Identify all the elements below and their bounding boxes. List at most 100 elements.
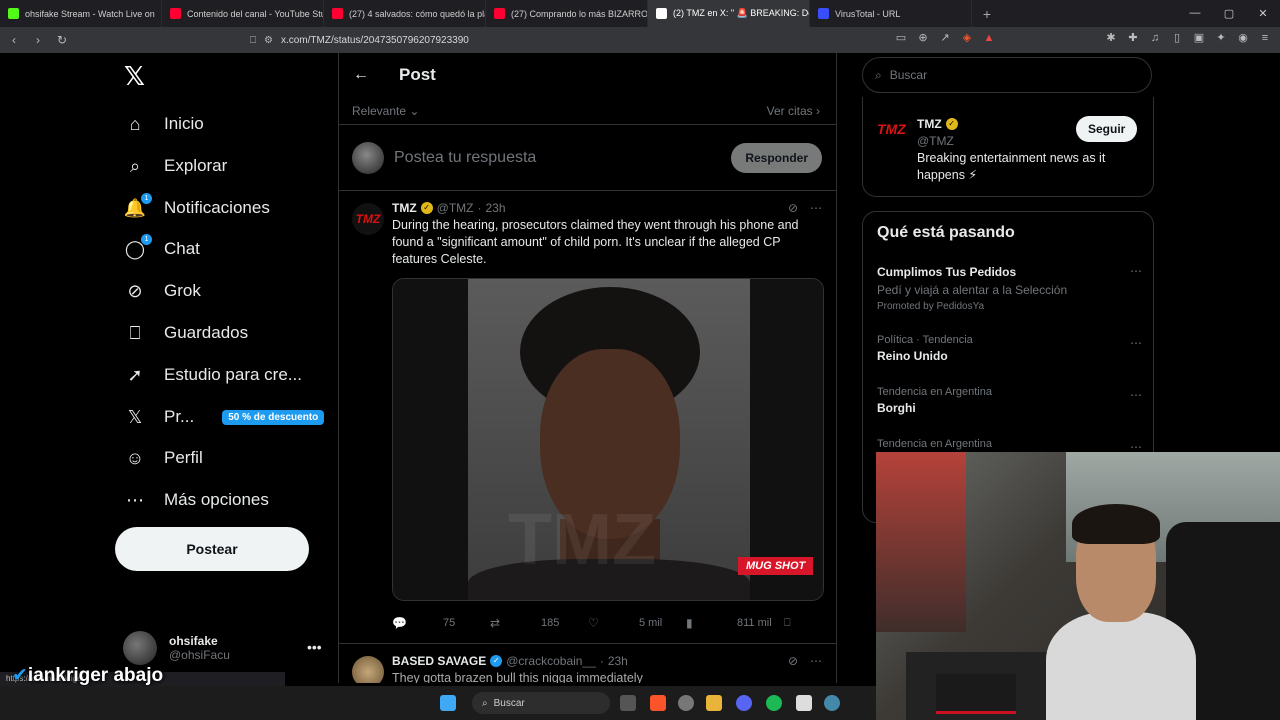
more-icon[interactable]: ⋯ [810, 654, 822, 668]
tweet-author[interactable]: BASED SAVAGE [392, 654, 486, 668]
cast-icon[interactable]: ▭ [894, 31, 908, 45]
tweet-media[interactable]: TMZ MUG SHOT [392, 278, 824, 601]
like-action[interactable]: ♡ 5 mil [588, 616, 686, 630]
nav-item-chat[interactable]: ◯ 1 Chat [124, 234, 200, 262]
menu-icon[interactable]: ≡ [1258, 31, 1272, 45]
nav-item-explorar[interactable]: ⌕ Explorar [124, 153, 227, 179]
reply-action[interactable]: 💬 75 [392, 616, 490, 630]
reload-icon[interactable]: ↻ [54, 33, 70, 47]
bookmark-icon[interactable]: ⎕ [250, 35, 256, 46]
search-input[interactable]: ⌕ Buscar [862, 57, 1152, 93]
tweet[interactable]: TMZ TMZ ✓ @TMZ · 23h ⊘ ⋯ During the hear… [339, 191, 836, 644]
nav-item-guardados[interactable]: ⎕ Guardados [124, 320, 249, 346]
brave-icon[interactable] [650, 695, 666, 711]
windows-start-icon[interactable] [440, 695, 456, 711]
avatar[interactable] [352, 656, 384, 683]
minimize-icon[interactable]: — [1178, 7, 1212, 20]
capcut-icon[interactable] [796, 695, 812, 711]
sidebar-icon[interactable]: ▯ [1170, 31, 1184, 45]
tweet-time[interactable]: 23h [608, 654, 628, 668]
nav-item-label: Pr... [164, 407, 195, 426]
account-switcher[interactable]: ohsifake @ohsiFacu ••• [123, 631, 322, 665]
tmz-logo-icon[interactable]: TMZ [877, 121, 909, 145]
x-premium-icon: 𝕏 [127, 406, 143, 427]
reply-button[interactable]: Responder [731, 142, 822, 173]
browser-tab[interactable]: (27) Comprando lo más BIZARRO de [486, 0, 648, 27]
browser-tab[interactable]: VirusTotal - URL [810, 0, 972, 27]
trend-title: Cumplimos Tus Pedidos [877, 265, 1017, 279]
back-icon[interactable]: ‹ [6, 33, 22, 47]
tweet-time[interactable]: 23h [486, 201, 506, 215]
profile-name[interactable]: TMZ ✓ [917, 117, 958, 131]
repost-action[interactable]: ⇄ 185 [490, 616, 588, 630]
tab-title: (2) TMZ en X: " 🚨 BREAKING: De [673, 8, 810, 18]
extension-icon[interactable]: ✱ [1104, 31, 1118, 45]
browser-tab[interactable]: Contenido del canal - YouTube Studio [162, 0, 324, 27]
back-arrow-icon[interactable]: ← [353, 66, 369, 84]
brave-rewards-icon[interactable]: ▲ [982, 31, 996, 45]
new-tab-icon[interactable]: + [972, 6, 1002, 22]
nav-item-más-opciones[interactable]: ⋯ Más opciones [124, 487, 269, 513]
post-button[interactable]: Postear [115, 527, 309, 571]
nav-item-estudio-para-cre[interactable]: ➚ Estudio para cre... [124, 362, 302, 388]
address-bar[interactable]: ⎕ ⚙ x.com/TMZ/status/2047350796207923390 [250, 30, 850, 50]
wallet-icon[interactable]: ▣ [1192, 31, 1206, 45]
obs-icon[interactable] [678, 695, 694, 711]
tmz-avatar[interactable]: TMZ [352, 203, 384, 235]
forward-icon[interactable]: › [30, 33, 46, 47]
tweet[interactable]: BASED SAVAGE ✓ @crackcobain__ · 23h ⊘ ⋯ … [339, 644, 836, 683]
leo-icon[interactable]: ✦ [1214, 31, 1228, 45]
extensions-puzzle-icon[interactable]: ✚ [1126, 31, 1140, 45]
close-window-icon[interactable]: ✕ [1246, 7, 1280, 20]
url-text[interactable]: x.com/TMZ/status/2047350796207923390 [281, 35, 469, 46]
file-explorer-icon[interactable] [706, 695, 722, 711]
tab-favicon-icon [818, 8, 829, 19]
views-action[interactable]: ▮ 811 mil [686, 616, 784, 630]
tweet-handle[interactable]: @TMZ [437, 201, 474, 215]
vpn-icon[interactable]: ◉ [1236, 31, 1250, 45]
discord-icon[interactable] [736, 695, 752, 711]
brave-shield-icon[interactable]: ◈ [960, 31, 974, 45]
browser-tab[interactable]: (27) 4 salvados: cómo quedó la placa [324, 0, 486, 27]
nav-item-notificaciones[interactable]: 🔔 1 Notificaciones [124, 193, 270, 221]
sort-dropdown[interactable]: Relevante ⌄ [352, 104, 419, 118]
more-icon[interactable]: ⋯ [1130, 388, 1142, 402]
view-quotes-link[interactable]: Ver citas › [767, 104, 820, 118]
share-icon[interactable]: ↗ [938, 31, 952, 45]
grok-icon[interactable]: ⊘ [788, 201, 798, 215]
profile-name-text: TMZ [917, 117, 942, 131]
nav-item-pr[interactable]: 𝕏 Pr... 50 % de descuento [124, 404, 325, 430]
nav-item-inicio[interactable]: ⌂ Inicio [124, 111, 204, 137]
browser-tab[interactable]: ohsifake Stream - Watch Live on [0, 0, 162, 27]
trend-item[interactable]: Tendencia en Argentina ⋯ [877, 438, 1142, 454]
taskbar-search[interactable]: ⌕ Buscar [472, 692, 610, 714]
trend-item[interactable]: Política · Tendencia Reino Unido ⋯ [877, 334, 1142, 363]
x-logo-icon[interactable]: 𝕏 [124, 63, 150, 89]
tweet-handle[interactable]: @crackcobain__ [506, 654, 596, 668]
maximize-icon[interactable]: ▢ [1212, 7, 1246, 20]
zoom-icon[interactable]: ⊕ [916, 31, 930, 45]
tab-favicon-icon [170, 8, 181, 19]
trend-item[interactable]: Tendencia en Argentina Borghi ⋯ [877, 386, 1142, 415]
nav-item-perfil[interactable]: ☺ Perfil [124, 445, 203, 471]
reply-input[interactable]: Postea tu respuesta [394, 149, 721, 167]
more-icon[interactable]: ••• [307, 639, 322, 655]
app-icon[interactable] [824, 695, 840, 711]
more-icon[interactable]: ⋯ [1130, 264, 1142, 278]
premium-discount-badge[interactable]: 50 % de descuento [222, 409, 325, 425]
browser-tab[interactable]: (2) TMZ en X: " 🚨 BREAKING: De✕ [648, 0, 810, 27]
trend-item[interactable]: Cumplimos Tus Pedidos Pedí y viajá a alen… [877, 262, 1142, 312]
more-icon[interactable]: ⋯ [810, 201, 822, 215]
nav-item-grok[interactable]: ⊘ Grok [124, 278, 200, 304]
task-view-icon[interactable] [620, 695, 636, 711]
profile-handle[interactable]: @TMZ [917, 134, 954, 148]
site-info-icon[interactable]: ⚙ [264, 35, 273, 46]
bookmark-icon[interactable]: ⎕ [784, 617, 836, 630]
trend-promoted: Promoted by PedidosYa [877, 301, 985, 312]
spotify-icon[interactable] [766, 695, 782, 711]
tweet-author[interactable]: TMZ [392, 201, 417, 215]
more-icon[interactable]: ⋯ [1130, 336, 1142, 350]
grok-icon[interactable]: ⊘ [788, 654, 798, 668]
media-icon[interactable]: ♫ [1148, 31, 1162, 45]
follow-button[interactable]: Seguir [1076, 116, 1138, 142]
